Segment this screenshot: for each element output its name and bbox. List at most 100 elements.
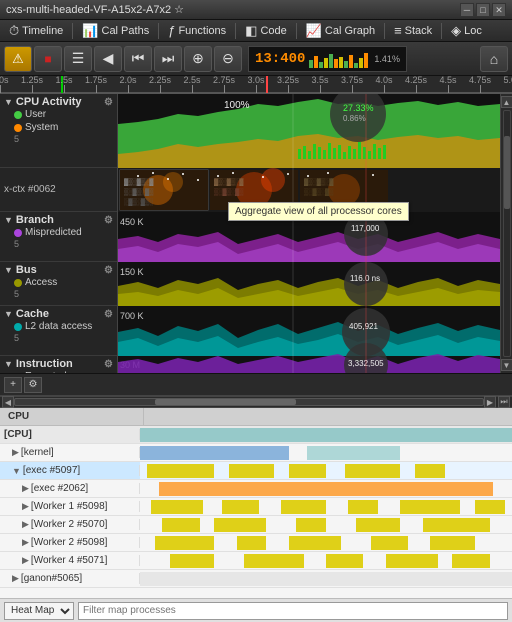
instr-dot	[14, 373, 22, 374]
bottom-toolbar: + ⚙	[0, 374, 512, 396]
kernel-timeline	[140, 444, 512, 461]
tab-loc[interactable]: ◈ Loc	[446, 21, 487, 41]
list-button[interactable]: ☰	[64, 46, 92, 72]
exec2062-expand[interactable]: ▶	[22, 483, 29, 494]
charts-panel[interactable]: 100% 27.33% 0.86%	[118, 94, 500, 373]
gear-icon-instr[interactable]: ⚙	[104, 359, 113, 370]
kernel-expand[interactable]: ▶	[12, 447, 19, 458]
red-time-marker[interactable]	[266, 76, 268, 93]
w4-bar2	[244, 554, 304, 568]
cache-count: 5	[4, 333, 113, 343]
instruction-label: Instruction	[16, 358, 73, 370]
worker4-expand[interactable]: ▶	[22, 555, 29, 566]
gear-icon-cpu[interactable]: ⚙	[104, 97, 113, 108]
w2-bar1	[162, 518, 199, 532]
frame-next-button[interactable]: ⏭	[154, 46, 182, 72]
frame-next-icon: ⏭	[162, 50, 175, 67]
kernel-bar	[140, 446, 289, 460]
frame-prev-icon: ⏮	[132, 50, 145, 67]
exec5097-row-label: [exec #5097]	[23, 465, 80, 476]
w3-bar3	[289, 536, 341, 550]
scroll-up-arrow[interactable]: ▲	[501, 96, 512, 108]
scroll-down-arrow[interactable]: ▼	[501, 359, 512, 371]
separator	[158, 23, 159, 39]
bus-access-label: Access	[25, 277, 57, 288]
worker3-expand[interactable]: ▶	[22, 537, 29, 548]
tab-timeline[interactable]: ⏱ Timeline	[4, 21, 68, 41]
stop-button[interactable]: ■	[34, 46, 62, 72]
svg-text:░▓▒░▓▒░: ░▓▒░▓▒░	[124, 198, 153, 207]
scroll-track[interactable]	[503, 110, 511, 357]
filter-select[interactable]: Heat Map	[4, 602, 74, 620]
proc-row-worker3[interactable]: ▶ [Worker 2 #5098]	[0, 534, 512, 552]
scroll-thumb-h[interactable]	[155, 399, 295, 405]
worker1-expand[interactable]: ▶	[22, 501, 29, 512]
tab-cal-graph[interactable]: 📈 Cal Graph	[301, 21, 380, 41]
proc-row-exec2062[interactable]: ▶ [exec #2062]	[0, 480, 512, 498]
expand-icon-bus[interactable]: ▼	[4, 265, 13, 275]
scroll-thumb[interactable]	[504, 136, 510, 210]
expand-icon-cache[interactable]: ▼	[4, 309, 13, 319]
scroll-end-arrow[interactable]: ⏭	[498, 396, 510, 408]
proc-row-worker2[interactable]: ▶ [Worker 2 #5070]	[0, 516, 512, 534]
worker4-row-label: [Worker 4 #5071]	[31, 555, 108, 566]
gear-icon-cache[interactable]: ⚙	[104, 309, 113, 320]
scroll-left-arrow[interactable]: ◀	[2, 396, 14, 408]
proc-row-ganon[interactable]: ▶ [ganon#5065]	[0, 570, 512, 588]
expand-icon-instr[interactable]: ▼	[4, 359, 13, 369]
frame-prev-button[interactable]: ⏮	[124, 46, 152, 72]
close-button[interactable]: ✕	[492, 3, 506, 17]
tab-cal-paths[interactable]: 📊 Cal Paths	[77, 21, 154, 41]
maximize-button[interactable]: □	[476, 3, 490, 17]
expand-icon[interactable]: ▼	[4, 97, 13, 107]
vertical-scrollbar[interactable]: ▲ ▼	[500, 94, 512, 373]
svg-text:405,921: 405,921	[349, 322, 378, 331]
time-ruler[interactable]: 1.0s1.25s1.5s1.75s2.0s2.25s2.5s2.75s3.0s…	[0, 76, 512, 94]
proc-row-worker1[interactable]: ▶ [Worker 1 #5098]	[0, 498, 512, 516]
w2-bar4	[356, 518, 401, 532]
user-label: User	[25, 109, 46, 120]
proc-row-cpu[interactable]: [CPU]	[0, 426, 512, 444]
exec2062-bar	[159, 482, 494, 496]
minimize-button[interactable]: ─	[460, 3, 474, 17]
config-button[interactable]: ⚙	[24, 377, 42, 393]
zoom-in-button[interactable]: ⊕	[184, 46, 212, 72]
home-button[interactable]: ⌂	[480, 46, 508, 72]
svg-text:100%: 100%	[224, 100, 250, 111]
zoom-out-button[interactable]: ⊖	[214, 46, 242, 72]
tab-code[interactable]: ◧ Code	[240, 21, 292, 41]
expand-icon-branch[interactable]: ▼	[4, 215, 13, 225]
cache-l2-label: L2 data access	[25, 321, 92, 332]
proc-row-worker4[interactable]: ▶ [Worker 4 #5071]	[0, 552, 512, 570]
cache-title: ▼ Cache ⚙	[4, 308, 113, 320]
gear-icon-branch[interactable]: ⚙	[104, 215, 113, 226]
cpu-activity-title: ▼ CPU Activity ⚙	[4, 96, 113, 108]
worker4-label: ▶ [Worker 4 #5071]	[0, 555, 140, 566]
worker2-label: ▶ [Worker 2 #5070]	[0, 519, 140, 530]
tab-stack[interactable]: ≡ Stack	[389, 21, 437, 40]
exec5097-expand[interactable]: ▼	[12, 466, 21, 476]
bus-count: 5	[4, 289, 113, 299]
proc-row-kernel[interactable]: ▶ [kernel]	[0, 444, 512, 462]
scroll-track-h[interactable]	[14, 398, 484, 406]
warning-icon: ⚠	[12, 51, 24, 67]
gear-icon-bus[interactable]: ⚙	[104, 265, 113, 276]
scroll-right-arrow[interactable]: ▶	[484, 396, 496, 408]
warning-button[interactable]: ⚠	[4, 46, 32, 72]
code-icon: ◧	[245, 23, 257, 39]
svg-text:0.86%: 0.86%	[343, 114, 366, 123]
svg-text:116.0 ns: 116.0 ns	[350, 274, 380, 283]
worker4-timeline	[140, 552, 512, 569]
prev-button[interactable]: ◀	[94, 46, 122, 72]
cpu-label: [CPU]	[0, 429, 140, 440]
tab-functions[interactable]: ƒ Functions	[163, 21, 231, 40]
worker2-expand[interactable]: ▶	[22, 519, 29, 530]
add-button[interactable]: +	[4, 377, 22, 393]
proc-row-exec5097[interactable]: ▼ [exec #5097]	[0, 462, 512, 480]
cpu-timeline	[140, 426, 512, 443]
cpu-bar	[140, 428, 512, 442]
horizontal-scrollbar[interactable]: ◀ ▶ ⏭	[0, 396, 512, 408]
ganon-expand[interactable]: ▶	[12, 573, 19, 584]
filter-input[interactable]	[78, 602, 508, 620]
bus-dot	[14, 279, 22, 287]
